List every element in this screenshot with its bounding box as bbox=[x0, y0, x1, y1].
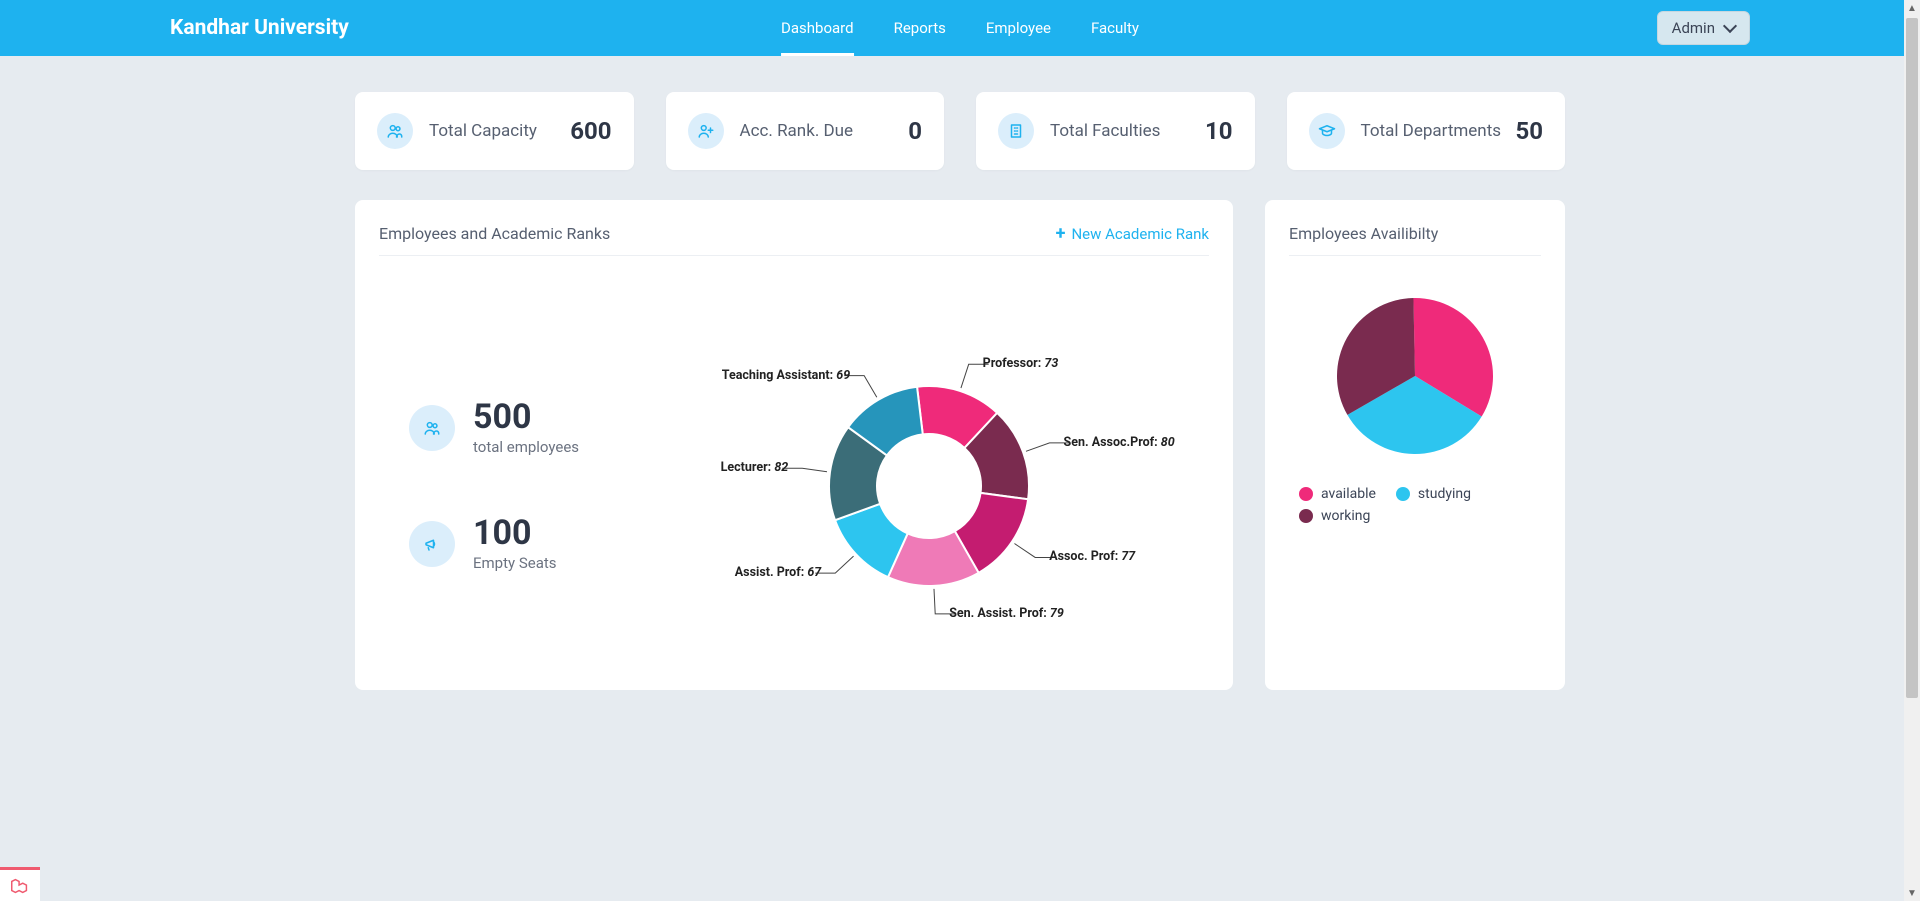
pie-legend: available studying working bbox=[1289, 486, 1541, 524]
stat-value: 600 bbox=[570, 117, 611, 145]
scroll-down-arrow-icon[interactable]: ▼ bbox=[1904, 885, 1920, 901]
stat-label: Total Capacity bbox=[429, 121, 570, 141]
panel-title: Employees and Academic Ranks bbox=[379, 224, 610, 243]
stat-card: Total Departments 50 bbox=[1287, 92, 1566, 170]
panel-head: Employees Availibilty bbox=[1289, 224, 1541, 256]
admin-label: Admin bbox=[1672, 19, 1715, 37]
header: Kandhar University Dashboard Reports Emplo… bbox=[0, 0, 1920, 56]
legend-label: studying bbox=[1418, 486, 1471, 502]
donut-slice-label: Teaching Assistant: 69 bbox=[722, 368, 850, 383]
stats-row: Total Capacity 600 Acc. Rank. Due 0 Tota… bbox=[355, 92, 1565, 170]
stat-card: Total Faculties 10 bbox=[976, 92, 1255, 170]
left-stat: 500 total employees bbox=[409, 400, 609, 456]
donut-slice-label: Assoc. Prof: 77 bbox=[1049, 549, 1135, 564]
left-stat-label: total employees bbox=[473, 438, 579, 456]
donut-chart: Professor: 73 Sen. Assoc.Prof: 80 Assoc. P… bbox=[649, 306, 1209, 666]
stat-label: Acc. Rank. Due bbox=[740, 121, 909, 141]
admin-dropdown[interactable]: Admin bbox=[1657, 11, 1750, 45]
new-link-label: New Academic Rank bbox=[1071, 225, 1209, 243]
donut-slice-label: Professor: 73 bbox=[983, 356, 1059, 371]
panel-academic-ranks: Employees and Academic Ranks + New Acade… bbox=[355, 200, 1233, 690]
nav-item-reports[interactable]: Reports bbox=[894, 0, 946, 56]
users-icon bbox=[377, 113, 413, 149]
nav-item-employee[interactable]: Employee bbox=[986, 0, 1051, 56]
legend-label: available bbox=[1321, 486, 1376, 502]
panel-head: Employees and Academic Ranks + New Acade… bbox=[379, 224, 1209, 256]
building-icon bbox=[998, 113, 1034, 149]
legend-item: working bbox=[1299, 508, 1370, 524]
legend-label: working bbox=[1321, 508, 1370, 524]
panel-body: 500 total employees 100 Empty Seats Prof… bbox=[379, 276, 1209, 666]
left-stat-value: 500 bbox=[473, 400, 579, 434]
stat-label: Total Departments bbox=[1361, 121, 1516, 141]
legend-dot-icon bbox=[1396, 487, 1410, 501]
grad-cap-icon bbox=[1309, 113, 1345, 149]
nav-item-dashboard[interactable]: Dashboard bbox=[781, 0, 854, 56]
panels-row: Employees and Academic Ranks + New Acade… bbox=[355, 200, 1565, 690]
page-container: Total Capacity 600 Acc. Rank. Due 0 Tota… bbox=[355, 92, 1565, 730]
stat-value: 0 bbox=[908, 117, 922, 145]
legend-item: studying bbox=[1396, 486, 1471, 502]
donut-slice-label: Assist. Prof: 67 bbox=[735, 565, 821, 580]
new-academic-rank-link[interactable]: + New Academic Rank bbox=[1056, 225, 1209, 243]
users-icon bbox=[409, 405, 455, 451]
users-plus-icon bbox=[688, 113, 724, 149]
brand-title: Kandhar University bbox=[170, 16, 349, 40]
left-stat-value: 100 bbox=[473, 516, 557, 550]
scrollbar-vertical[interactable]: ▲ ▼ bbox=[1904, 0, 1920, 901]
donut-slice-label: Lecturer: 82 bbox=[721, 460, 789, 475]
megaphone-icon bbox=[409, 521, 455, 567]
scrollbar-thumb[interactable] bbox=[1906, 18, 1918, 698]
main-nav: Dashboard Reports Employee Faculty bbox=[781, 0, 1139, 56]
chevron-down-icon bbox=[1723, 19, 1737, 33]
stat-card: Acc. Rank. Due 0 bbox=[666, 92, 945, 170]
nav-item-faculty[interactable]: Faculty bbox=[1091, 0, 1139, 56]
left-stat: 100 Empty Seats bbox=[409, 516, 609, 572]
stat-label: Total Faculties bbox=[1050, 121, 1205, 141]
stat-value: 10 bbox=[1205, 117, 1233, 145]
plus-icon: + bbox=[1056, 225, 1066, 243]
legend-item: available bbox=[1299, 486, 1376, 502]
pie-chart bbox=[1289, 286, 1541, 466]
panel-availability: Employees Availibilty available studying w… bbox=[1265, 200, 1565, 690]
donut-slice-label: Sen. Assist. Prof: 79 bbox=[949, 606, 1064, 621]
legend-dot-icon bbox=[1299, 509, 1313, 523]
laravel-badge-icon[interactable] bbox=[0, 867, 40, 901]
scroll-up-arrow-icon[interactable]: ▲ bbox=[1904, 0, 1920, 16]
left-stats: 500 total employees 100 Empty Seats bbox=[379, 400, 609, 572]
stat-value: 50 bbox=[1515, 117, 1543, 145]
stat-card: Total Capacity 600 bbox=[355, 92, 634, 170]
donut-slice-label: Sen. Assoc.Prof: 80 bbox=[1064, 435, 1175, 450]
left-stat-label: Empty Seats bbox=[473, 554, 557, 572]
legend-dot-icon bbox=[1299, 487, 1313, 501]
panel-title: Employees Availibilty bbox=[1289, 224, 1438, 243]
